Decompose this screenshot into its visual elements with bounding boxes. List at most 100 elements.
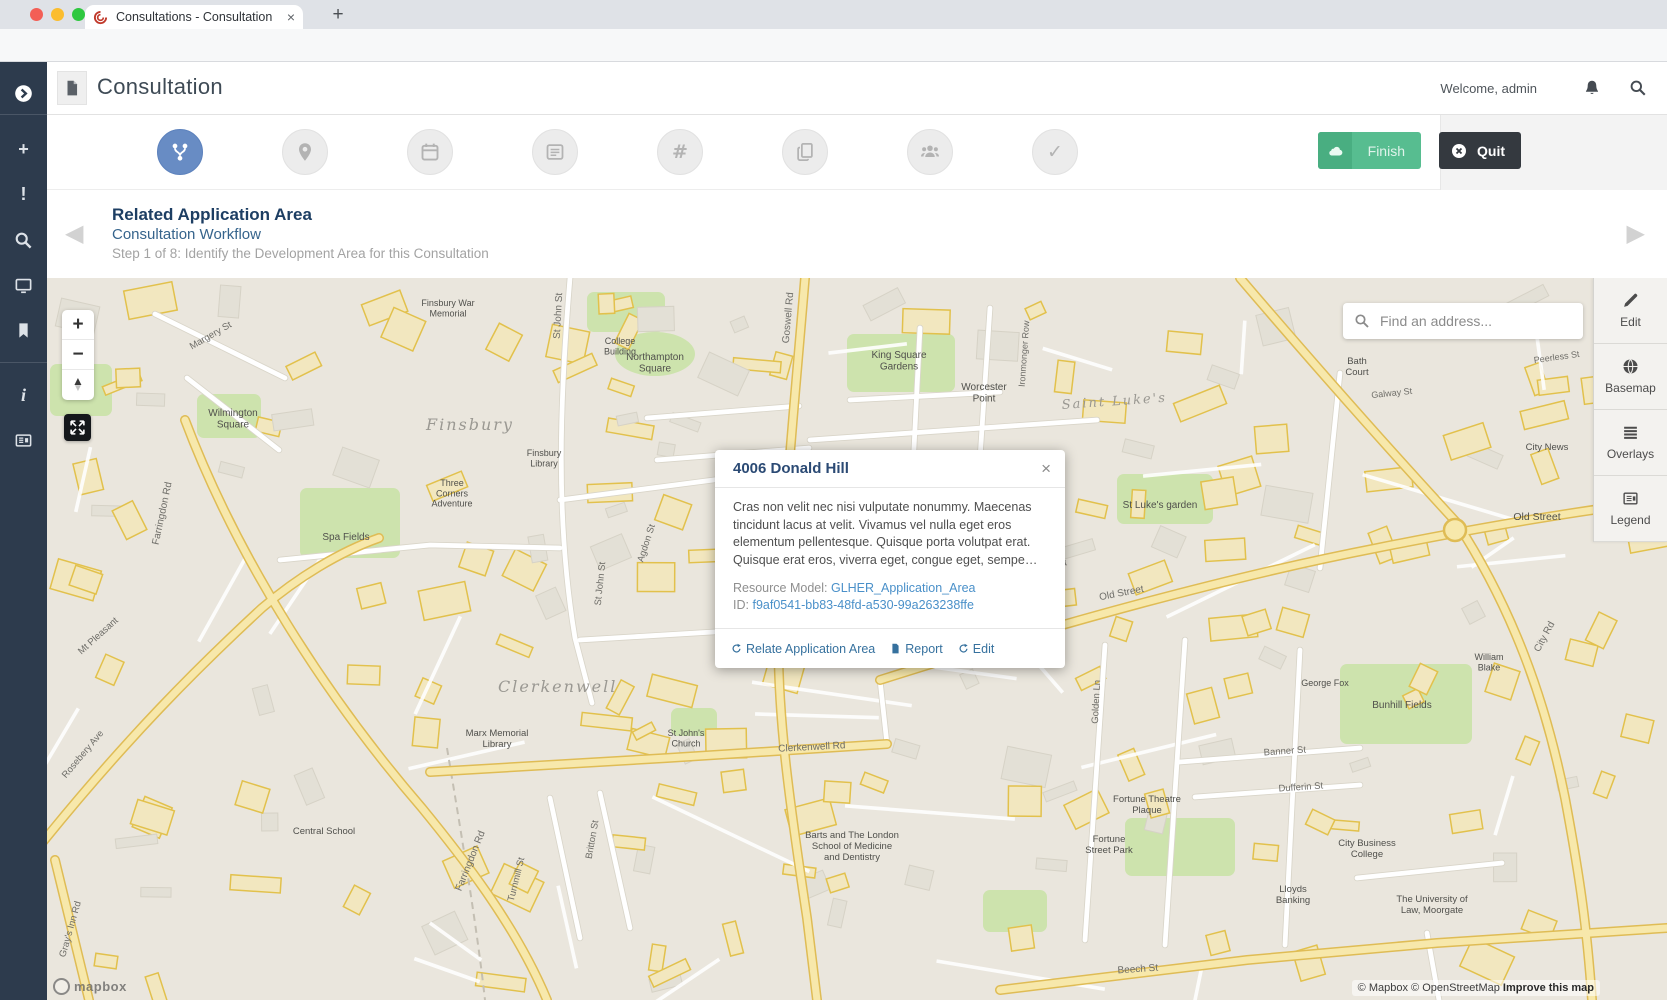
popup-description: Cras non velit nec nisi vulputate nonumm… — [733, 499, 1047, 569]
map-label: The University ofLaw, Moorgate — [1396, 894, 1468, 916]
workflow-step-2[interactable] — [282, 129, 328, 175]
compass-button[interactable]: ▲▼ — [62, 370, 94, 400]
popup-actions: Relate Application Area Report Edit — [715, 628, 1065, 668]
workflow-actions-panel: Finish Quit — [1440, 115, 1667, 190]
map-label: Bunhill Fields — [1372, 700, 1431, 711]
address-search-input[interactable] — [1380, 313, 1573, 329]
popup-description-line: Quisque erat eros, viverra eget, congue … — [733, 552, 1047, 570]
window-minimize-button[interactable] — [51, 8, 64, 21]
step-subtitle: Consultation Workflow — [112, 225, 489, 245]
workflow-step-8[interactable]: ✓ — [1032, 129, 1078, 175]
workflow-step-6[interactable] — [782, 129, 828, 175]
map-label: WilliamBlake — [1475, 652, 1504, 672]
users-icon — [920, 142, 940, 162]
sidebar-item-add[interactable]: + — [0, 132, 47, 166]
popup-meta: Resource Model: GLHER_Application_Area I… — [733, 580, 1047, 614]
popup-action-relate-application-area[interactable]: Relate Application Area — [731, 642, 875, 656]
resource-model-label: Resource Model: — [733, 581, 828, 595]
quit-button[interactable]: Quit — [1439, 132, 1521, 169]
sidebar-toggle[interactable] — [0, 76, 47, 110]
map-tool-edit-button[interactable]: Edit — [1594, 278, 1667, 344]
search-icon — [14, 231, 33, 250]
popup-action-report[interactable]: Report — [890, 642, 943, 656]
map-tool-basemap-button[interactable]: Basemap — [1594, 344, 1667, 410]
workflow-step-5[interactable]: # — [657, 129, 703, 175]
map-label: CollegeBuilding — [604, 336, 636, 356]
window-zoom-button[interactable] — [72, 8, 85, 21]
tab-favicon-icon — [93, 10, 108, 25]
zoom-out-button[interactable]: − — [62, 340, 94, 370]
next-step-arrow[interactable]: ▶ — [1627, 222, 1645, 246]
popup-close-icon[interactable]: × — [1041, 460, 1051, 477]
fullscreen-button[interactable] — [64, 414, 91, 441]
map-tool-label: Edit — [1620, 315, 1641, 329]
step-texts: Related Application Area Consultation Wo… — [112, 204, 489, 263]
map-tool-legend-button[interactable]: Legend — [1594, 476, 1667, 542]
monitor-icon — [14, 276, 33, 295]
popup-action-edit[interactable]: Edit — [958, 642, 995, 656]
mapbox-attribution-link[interactable]: © Mapbox — [1358, 982, 1408, 994]
screen: Consultations - Consultation × + i local… — [0, 0, 1667, 1000]
step-title: Related Application Area — [112, 204, 489, 225]
new-tab-button[interactable]: + — [325, 3, 351, 27]
workflow-step-bar: Finish Quit # ✓ — [47, 115, 1667, 190]
relate-icon — [731, 643, 742, 654]
copy-icon — [795, 142, 815, 162]
map-marker-icon — [295, 142, 315, 162]
notifications-bell-icon[interactable] — [1583, 79, 1601, 97]
sidebar-item-screen[interactable] — [0, 268, 47, 302]
mapbox-logo[interactable]: mapbox — [53, 978, 127, 995]
map-label: George Fox — [1301, 678, 1349, 688]
map-zoom-controls: + − ▲▼ — [62, 310, 94, 400]
map-tool-label: Overlays — [1607, 447, 1654, 461]
map-label: St Luke's garden — [1123, 500, 1198, 511]
previous-step-arrow[interactable]: ◀ — [65, 222, 83, 246]
welcome-text: Welcome, admin — [1440, 81, 1537, 96]
list-icon — [545, 142, 565, 162]
bookmark-icon — [14, 321, 33, 340]
id-label: ID: — [733, 598, 749, 612]
tab-close-icon[interactable]: × — [287, 9, 295, 25]
zoom-in-button[interactable]: + — [62, 310, 94, 340]
sidebar-divider — [0, 114, 47, 115]
check-icon: ✓ — [1047, 141, 1063, 163]
quit-label: Quit — [1477, 143, 1505, 159]
sidebar-item-search[interactable] — [0, 223, 47, 257]
popup-description-line: elementum pellentesque. Quisque porta vo… — [733, 534, 1047, 552]
browser-tab[interactable]: Consultations - Consultation × — [85, 5, 303, 29]
osm-attribution-link[interactable]: © OpenStreetMap — [1411, 982, 1500, 994]
map-canvas[interactable]: FinsburyClerkenwellSaint Luke'sFinsbury … — [47, 278, 1667, 1000]
popup-header: 4006 Donald Hill × — [715, 450, 1065, 488]
resource-id-link[interactable]: f9af0541-bb83-48fd-a530-99a263238ffe — [752, 598, 974, 612]
pencil-icon — [1622, 292, 1639, 309]
finish-button[interactable]: Finish — [1318, 132, 1421, 169]
address-search-box[interactable] — [1343, 303, 1583, 339]
sidebar-item-news[interactable] — [0, 423, 47, 457]
browser-tab-bar: Consultations - Consultation × + — [0, 0, 1667, 29]
browser-toolbar: i localhost:8000/consultations/plugins/c… — [0, 29, 1667, 62]
sidebar-item-notifications[interactable]: ! — [0, 177, 47, 211]
finish-label: Finish — [1352, 132, 1421, 169]
step-description: Step 1 of 8: Identify the Development Ar… — [112, 245, 489, 263]
workflow-step-7[interactable] — [907, 129, 953, 175]
report-icon — [890, 643, 901, 654]
window-close-button[interactable] — [30, 8, 43, 21]
map-label: BathCourt — [1345, 356, 1369, 378]
map-label: St John'sChurch — [668, 728, 705, 748]
workflow-step-4[interactable] — [532, 129, 578, 175]
workflow-step-1[interactable] — [157, 129, 203, 175]
workflow-step-3[interactable] — [407, 129, 453, 175]
chevron-circle-right-icon — [14, 84, 33, 103]
improve-map-link[interactable]: Improve this map — [1503, 982, 1594, 994]
resource-model-link[interactable]: GLHER_Application_Area — [831, 581, 976, 595]
map-label: Old Street — [1513, 511, 1560, 523]
mapbox-logo-text: mapbox — [74, 979, 127, 994]
legend-icon — [1622, 490, 1639, 507]
sidebar-item-info[interactable]: i — [0, 378, 47, 412]
map-feature-popup: 4006 Donald Hill × Cras non velit nec ni… — [715, 450, 1065, 668]
popup-action-label: Relate Application Area — [746, 642, 875, 656]
app-logo — [57, 71, 87, 105]
map-tool-overlays-button[interactable]: Overlays — [1594, 410, 1667, 476]
sidebar-item-bookmarks[interactable] — [0, 313, 47, 347]
app-search-icon[interactable] — [1629, 79, 1647, 97]
